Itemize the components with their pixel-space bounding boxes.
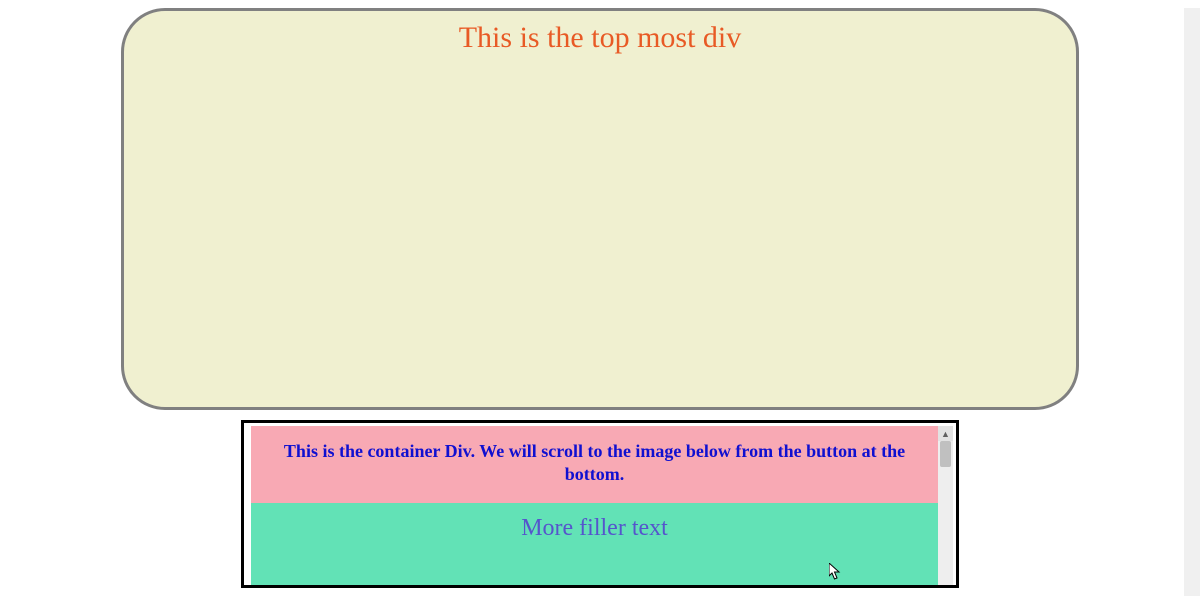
top-div-title: This is the top most div	[124, 21, 1076, 55]
container-scroll-area[interactable]: This is the container Div. We will scrol…	[251, 426, 938, 585]
container-header: This is the container Div. We will scrol…	[251, 426, 938, 503]
container-header-text: This is the container Div. We will scrol…	[271, 440, 918, 487]
top-div: This is the top most div	[121, 8, 1079, 410]
container-scrollbar[interactable]: ▲	[938, 426, 953, 585]
scroll-up-arrow-icon[interactable]: ▲	[938, 426, 953, 441]
filler-box: More filler text	[251, 503, 938, 585]
scrollbar-thumb[interactable]	[940, 441, 951, 467]
page-scrollbar[interactable]	[1184, 8, 1200, 596]
container-div: This is the container Div. We will scrol…	[241, 420, 959, 588]
filler-text: More filler text	[261, 515, 928, 542]
